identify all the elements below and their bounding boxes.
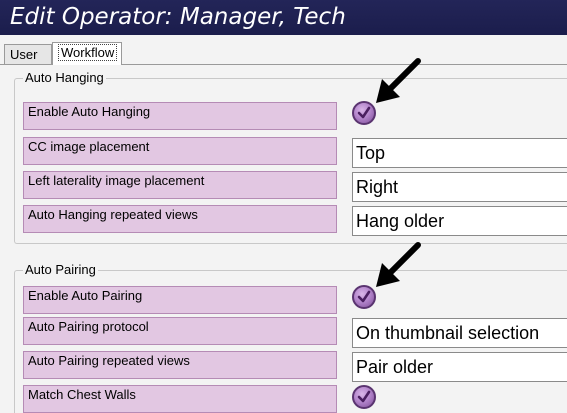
tab-bar: User Workflow [0,42,567,65]
auto-pairing-protocol-select[interactable]: On thumbnail selection [352,318,567,348]
auto-pairing-group-title: Auto Pairing [23,262,98,277]
tab-workflow-label: Workflow [58,44,118,61]
checkmark-icon [357,390,371,403]
enable-auto-hanging-label: Enable Auto Hanging [23,102,337,130]
auto-pairing-protocol-label: Auto Pairing protocol [23,317,337,345]
tab-user[interactable]: User [4,44,52,64]
cc-image-placement-select[interactable]: Top [352,138,567,168]
auto-pairing-repeated-views-label: Auto Pairing repeated views [23,351,337,379]
auto-pairing-repeated-views-select[interactable]: Pair older [352,352,567,382]
left-laterality-placement-select[interactable]: Right [352,172,567,202]
match-chest-walls-checkbox[interactable] [352,385,376,409]
left-laterality-placement-label: Left laterality image placement [23,171,337,199]
workflow-panel: Auto Hanging Enable Auto Hanging CC imag… [0,58,567,413]
cc-image-placement-label: CC image placement [23,137,337,165]
match-chest-walls-label: Match Chest Walls [23,385,337,413]
enable-auto-pairing-label: Enable Auto Pairing [23,286,337,314]
window-title: Edit Operator: Manager, Tech [0,0,567,35]
checkmark-icon [357,290,371,303]
auto-hanging-group-title: Auto Hanging [23,70,106,85]
arrow-pointer-icon [376,242,421,287]
arrow-pointer-icon [376,58,421,103]
checkmark-icon [357,106,371,119]
auto-hanging-repeated-views-label: Auto Hanging repeated views [23,205,337,233]
tab-user-label: User [10,47,38,62]
edit-operator-window: Edit Operator: Manager, Tech User Workfl… [0,0,567,413]
auto-hanging-repeated-views-select[interactable]: Hang older [352,206,567,236]
tab-workflow[interactable]: Workflow [52,42,122,65]
